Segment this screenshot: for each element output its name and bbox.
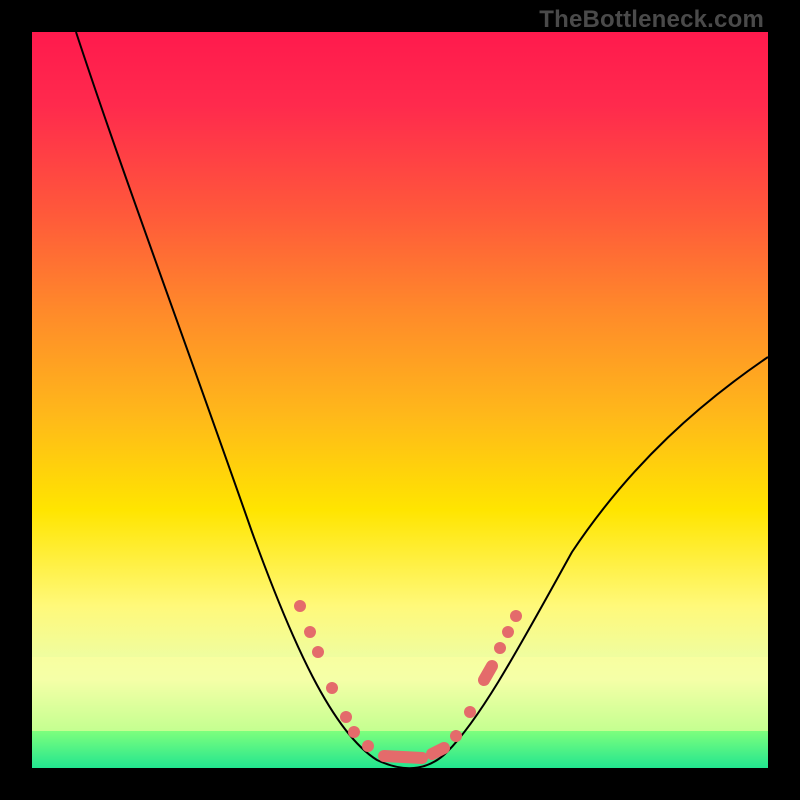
bottleneck-curve xyxy=(76,32,768,768)
plot-area xyxy=(32,32,768,768)
watermark-text: TheBottleneck.com xyxy=(539,6,764,34)
chart-frame: TheBottleneck.com xyxy=(0,0,800,800)
chart-svg xyxy=(32,32,768,768)
marker-group xyxy=(300,606,516,758)
